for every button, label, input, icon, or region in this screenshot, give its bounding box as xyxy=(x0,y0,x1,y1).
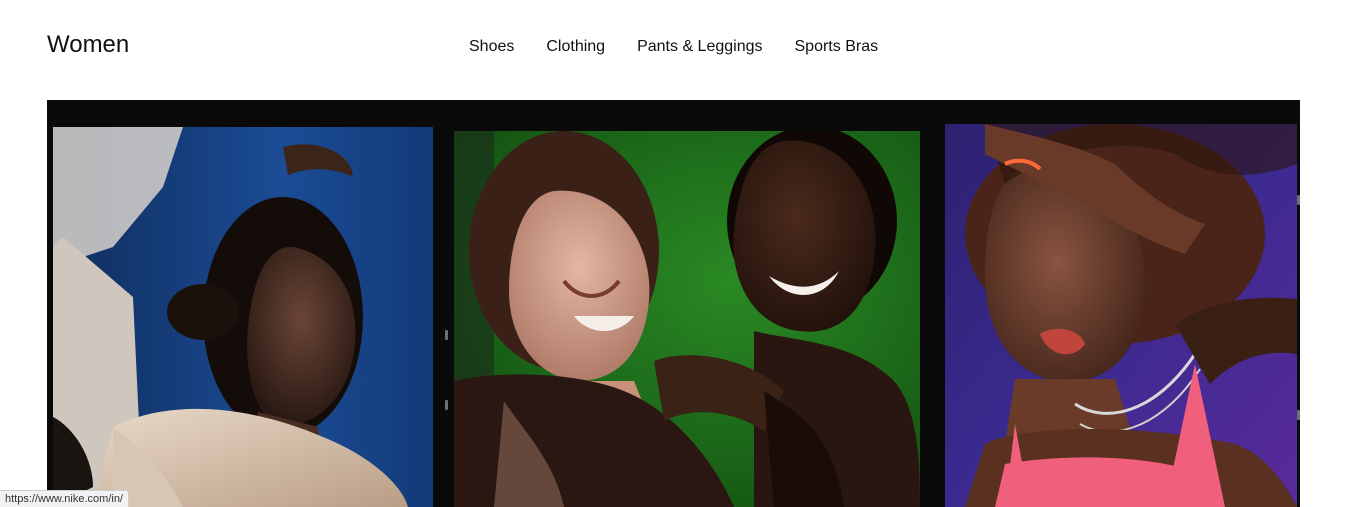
film-sprocket-mark xyxy=(1297,410,1300,420)
nav-sports-bras-link[interactable]: Sports Bras xyxy=(795,37,879,57)
nav-pants-leggings-link[interactable]: Pants & Leggings xyxy=(637,37,762,57)
status-bar-url: https://www.nike.com/in/ xyxy=(0,490,129,507)
nav-shoes-link[interactable]: Shoes xyxy=(469,37,514,57)
nav-clothing-link[interactable]: Clothing xyxy=(546,37,605,57)
film-sprocket-mark xyxy=(445,330,448,340)
hero-banner[interactable] xyxy=(47,100,1300,507)
film-sprocket-mark xyxy=(445,400,448,410)
page-title: Women xyxy=(47,31,130,58)
hero-photo-purple-portrait xyxy=(945,124,1297,507)
hero-photo-green-duo xyxy=(454,131,920,507)
category-nav: Shoes Clothing Pants & Leggings Sports B… xyxy=(469,37,878,57)
header: Women Shoes Clothing Pants & Leggings Sp… xyxy=(0,0,1349,100)
hero-photo-blue-portrait xyxy=(53,127,433,507)
page: Women Shoes Clothing Pants & Leggings Sp… xyxy=(0,0,1349,507)
film-sprocket-mark xyxy=(1297,195,1300,205)
